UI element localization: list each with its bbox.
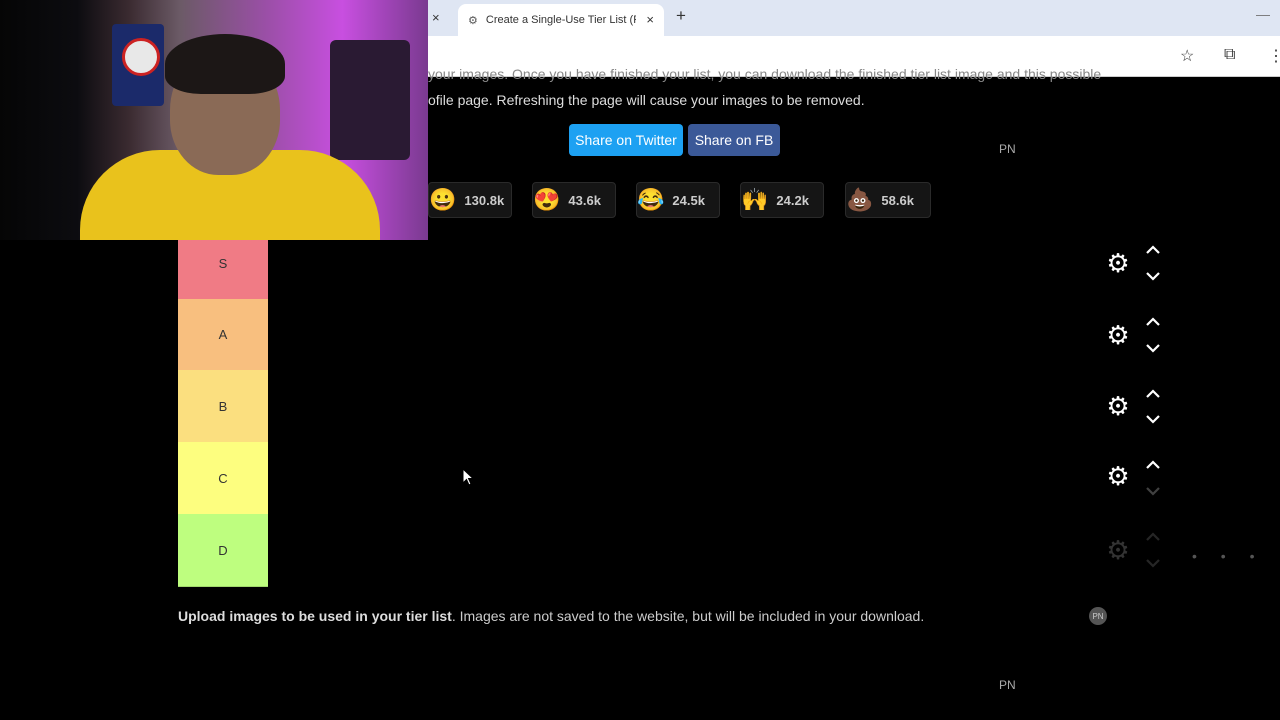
settings-gear-icon[interactable]: ⚙	[1104, 249, 1132, 277]
laughing-emoji-icon: 😂	[637, 187, 665, 212]
loading-dots-icon: • • •	[1192, 548, 1265, 564]
webcam-shelf	[330, 40, 410, 160]
new-tab-button[interactable]: +	[676, 6, 686, 26]
pn-label: PN	[999, 142, 1016, 156]
star-icon[interactable]: ☆	[1180, 46, 1194, 66]
tier-label-a[interactable]: A	[178, 299, 268, 371]
share-twitter-button[interactable]: Share on Twitter	[569, 124, 683, 156]
settings-gear-icon[interactable]: ⚙	[1104, 392, 1132, 420]
move-up-icon[interactable]	[1144, 242, 1162, 256]
tab-favicon-icon: ⚙	[468, 14, 478, 27]
mouse-cursor-icon	[462, 468, 474, 486]
move-down-icon[interactable]	[1144, 557, 1162, 571]
move-up-icon[interactable]	[1144, 457, 1162, 471]
intro-paragraph: ofile page. Refreshing the page will cau…	[428, 92, 865, 108]
poop-emoji-icon: 💩	[846, 187, 874, 212]
tab-close-icon[interactable]: ×	[646, 12, 654, 27]
webcam-person-hair	[165, 34, 285, 94]
move-down-icon[interactable]	[1144, 485, 1162, 499]
reaction-count: 130.8k	[464, 192, 505, 208]
upload-instructions-bold: Upload images to be used in your tier li…	[178, 608, 452, 624]
settings-gear-icon[interactable]: ⚙	[1104, 462, 1132, 490]
minimize-button[interactable]: —	[1256, 6, 1270, 22]
raised-hands-emoji-icon: 🙌	[741, 187, 769, 212]
reaction-count: 43.6k	[568, 192, 601, 208]
reaction-button[interactable]: 🙌 24.2k	[740, 182, 824, 218]
reaction-button[interactable]: 😀 130.8k	[428, 182, 512, 218]
pn-label-bottom: PN	[999, 678, 1016, 692]
tab-active[interactable]: ⚙ Create a Single-Use Tier List (Pi ×	[458, 4, 664, 36]
tier-label-d[interactable]: D	[178, 514, 268, 587]
webcam-flag	[112, 24, 164, 106]
reaction-button[interactable]: 💩 58.6k	[845, 182, 931, 218]
intro-text-partial: your images. Once you have finished your…	[428, 66, 1102, 82]
move-up-icon[interactable]	[1144, 386, 1162, 400]
move-up-icon[interactable]	[1144, 314, 1162, 328]
heart-eyes-emoji-icon: 😍	[533, 187, 561, 212]
webcam-overlay	[0, 0, 428, 240]
menu-icon[interactable]: ⋮	[1268, 46, 1280, 66]
previous-tab-close-icon[interactable]: ×	[432, 10, 440, 25]
upload-instructions: Upload images to be used in your tier li…	[178, 608, 924, 624]
share-facebook-button[interactable]: Share on FB	[688, 124, 780, 156]
tier-label-c[interactable]: C	[178, 442, 268, 515]
tab-title: Create a Single-Use Tier List (Pi	[485, 14, 636, 26]
pn-badge: PN	[1089, 607, 1107, 625]
grinning-emoji-icon: 😀	[429, 187, 457, 212]
extensions-icon[interactable]: ⧉	[1224, 46, 1235, 64]
reaction-button[interactable]: 😍 43.6k	[532, 182, 616, 218]
reaction-count: 24.2k	[776, 192, 809, 208]
settings-gear-icon[interactable]: ⚙	[1104, 321, 1132, 349]
reaction-button[interactable]: 😂 24.5k	[636, 182, 720, 218]
tier-label-b[interactable]: B	[178, 370, 268, 443]
move-up-icon[interactable]	[1144, 529, 1162, 543]
move-down-icon[interactable]	[1144, 342, 1162, 356]
upload-instructions-rest: . Images are not saved to the website, b…	[451, 608, 925, 624]
reaction-count: 58.6k	[881, 192, 914, 208]
move-down-icon[interactable]	[1144, 270, 1162, 284]
move-down-icon[interactable]	[1144, 413, 1162, 427]
settings-gear-icon[interactable]: ⚙	[1104, 536, 1132, 564]
reaction-count: 24.5k	[672, 192, 705, 208]
